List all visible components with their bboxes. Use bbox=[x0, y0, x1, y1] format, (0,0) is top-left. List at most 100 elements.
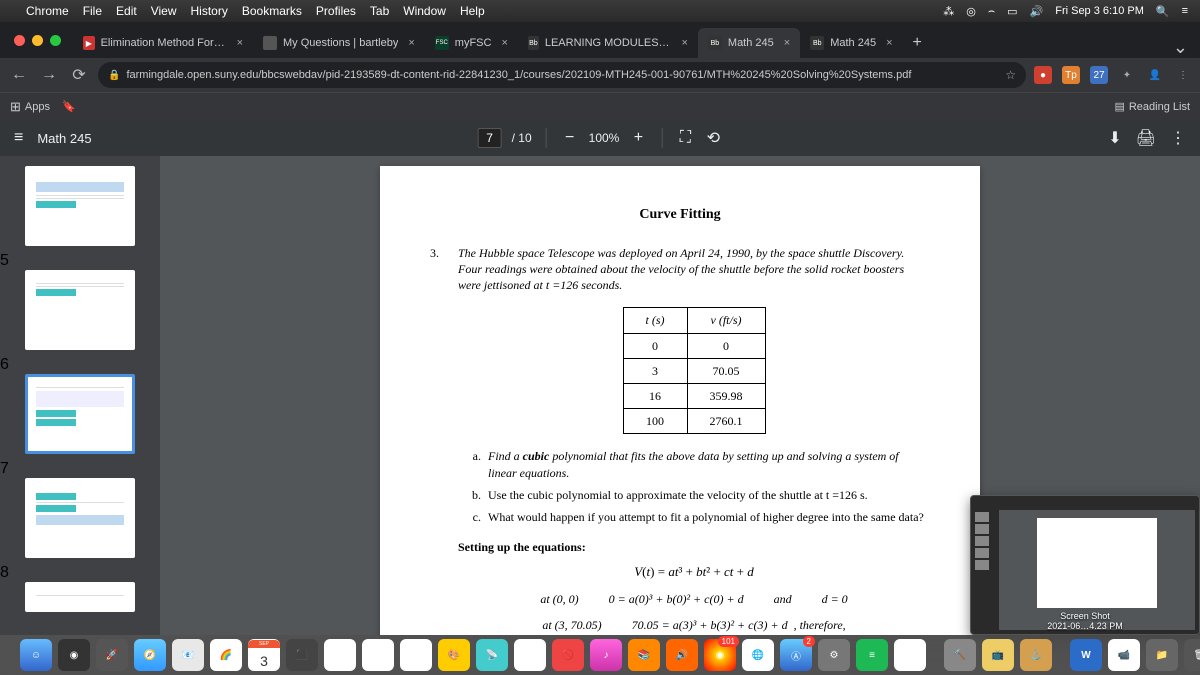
app-icon[interactable]: ⬛ bbox=[286, 639, 318, 671]
thumbnail-6[interactable] bbox=[25, 270, 135, 350]
zoom-out[interactable]: − bbox=[561, 129, 579, 147]
app-icon[interactable]: 🔊 bbox=[666, 639, 698, 671]
close-tab[interactable]: × bbox=[681, 37, 687, 49]
app-name[interactable]: Chrome bbox=[26, 4, 69, 18]
menu-history[interactable]: History bbox=[191, 4, 228, 18]
tab-1[interactable]: ▶Elimination Method For Solving× bbox=[73, 28, 253, 58]
equation-main: V(t) = at³ + bt² + ct + d bbox=[458, 563, 930, 581]
display-icon[interactable]: ▭ bbox=[1007, 5, 1017, 18]
new-tab[interactable]: + bbox=[903, 28, 932, 58]
pdf-more[interactable]: ⋮ bbox=[1170, 128, 1186, 148]
extensions-menu[interactable]: ✦ bbox=[1118, 66, 1136, 84]
folder-icon[interactable]: 📁 bbox=[1146, 639, 1178, 671]
minimize-window[interactable] bbox=[32, 35, 43, 46]
status-icon[interactable]: ⁂ bbox=[943, 5, 954, 18]
reading-list[interactable]: Reading List bbox=[1129, 101, 1190, 113]
appstore-icon[interactable]: Ⓐ2 bbox=[780, 639, 812, 671]
address-bar[interactable]: 🔒 farmingdale.open.suny.edu/bbcswebdav/p… bbox=[98, 62, 1026, 88]
books-icon[interactable]: 📚 bbox=[628, 639, 660, 671]
chrome-menu[interactable]: ⋮ bbox=[1174, 66, 1192, 84]
thumbnail-8[interactable] bbox=[25, 478, 135, 558]
forward-button[interactable]: → bbox=[38, 66, 60, 84]
app-icon[interactable]: 📺 bbox=[982, 639, 1014, 671]
print[interactable]: 🖨 bbox=[1136, 128, 1156, 148]
profile-button[interactable]: 👤 bbox=[1146, 66, 1164, 84]
music-icon[interactable]: ♪ bbox=[590, 639, 622, 671]
menu-bookmarks[interactable]: Bookmarks bbox=[242, 4, 302, 18]
spotlight-icon[interactable]: 🔍 bbox=[1156, 5, 1170, 18]
trash-icon[interactable]: 🗑 bbox=[1184, 639, 1200, 671]
close-tab[interactable]: × bbox=[237, 37, 243, 49]
extension-icon[interactable]: 27 bbox=[1090, 66, 1108, 84]
thumbnail-5[interactable] bbox=[25, 166, 135, 246]
close-tab[interactable]: × bbox=[501, 37, 507, 49]
tab-overflow[interactable]: ⌄ bbox=[1161, 37, 1200, 58]
back-button[interactable]: ← bbox=[8, 66, 30, 84]
tab-2[interactable]: My Questions | bartleby× bbox=[253, 28, 425, 58]
close-tab[interactable]: × bbox=[408, 37, 414, 49]
app-icon[interactable]: ⋮⋮ bbox=[324, 639, 356, 671]
reload-button[interactable]: ⟳ bbox=[68, 65, 90, 85]
apps-bookmark[interactable]: Apps bbox=[25, 101, 50, 113]
maximize-window[interactable] bbox=[50, 35, 61, 46]
app-icon[interactable]: 📡 bbox=[476, 639, 508, 671]
app-icon[interactable]: ▫ bbox=[894, 639, 926, 671]
app-icon[interactable]: ◉101 bbox=[704, 639, 736, 671]
close-tab[interactable]: × bbox=[886, 37, 892, 49]
menu-edit[interactable]: Edit bbox=[116, 4, 137, 18]
menu-view[interactable]: View bbox=[151, 4, 177, 18]
app-icon[interactable]: ◐ bbox=[400, 639, 432, 671]
menu-help[interactable]: Help bbox=[460, 4, 485, 18]
menu-profiles[interactable]: Profiles bbox=[316, 4, 356, 18]
rotate[interactable]: ⟲ bbox=[704, 128, 722, 148]
close-tab[interactable]: × bbox=[784, 37, 790, 49]
pdf-menu[interactable]: ≡ bbox=[14, 129, 23, 147]
volume-icon[interactable]: 🔊 bbox=[1030, 5, 1044, 18]
clock[interactable]: Fri Sep 3 6:10 PM bbox=[1055, 5, 1144, 17]
app-icon[interactable]: 🚫 bbox=[552, 639, 584, 671]
extension-icon[interactable]: Tp bbox=[1062, 66, 1080, 84]
mail-icon[interactable]: 📧 bbox=[172, 639, 204, 671]
tab-4[interactable]: BbLEARNING MODULES – MTH24× bbox=[518, 28, 698, 58]
app-icon[interactable]: 🔨 bbox=[944, 639, 976, 671]
settings-icon[interactable]: ⚙ bbox=[818, 639, 850, 671]
tab-5-active[interactable]: BbMath 245× bbox=[698, 28, 800, 58]
thumbnail-9[interactable] bbox=[25, 582, 135, 612]
photos-icon[interactable]: 🌈 bbox=[210, 639, 242, 671]
bookmark-star[interactable]: ☆ bbox=[1005, 68, 1016, 82]
at-label: at (3, 70.05) bbox=[542, 617, 601, 633]
tab-3[interactable]: FSCmyFSC× bbox=[425, 28, 518, 58]
app-icon[interactable]: ⬆ bbox=[514, 639, 546, 671]
control-center-icon[interactable]: ≡ bbox=[1182, 5, 1188, 17]
facetime-icon[interactable]: 📹 bbox=[1108, 639, 1140, 671]
close-window[interactable] bbox=[14, 35, 25, 46]
favicon: Bb bbox=[708, 36, 722, 50]
equation: 70.05 = a(3)³ + b(3)² + c(3) + d , there… bbox=[632, 617, 846, 633]
calendar-icon[interactable]: SEP3 bbox=[248, 639, 280, 671]
chrome-icon[interactable]: 🌐 bbox=[742, 639, 774, 671]
tab-6[interactable]: BbMath 245× bbox=[800, 28, 902, 58]
maps-icon[interactable]: 🗺 bbox=[362, 639, 394, 671]
app-icon[interactable]: 🎨 bbox=[438, 639, 470, 671]
status-icon[interactable]: ◎ bbox=[966, 5, 976, 18]
zoom-in[interactable]: + bbox=[629, 129, 647, 147]
app-icon[interactable]: ⚓ bbox=[1020, 639, 1052, 671]
safari-icon[interactable]: 🧭 bbox=[134, 639, 166, 671]
dock: ☺ ◉ 🚀 🧭 📧 🌈 SEP3 ⬛ ⋮⋮ 🗺 ◐ 🎨 📡 ⬆ 🚫 ♪ 📚 🔊 … bbox=[0, 635, 1200, 675]
thumbnail-7-selected[interactable] bbox=[25, 374, 135, 454]
menu-tab[interactable]: Tab bbox=[370, 4, 389, 18]
menu-window[interactable]: Window bbox=[403, 4, 446, 18]
bookmark-item[interactable]: 🔖 bbox=[62, 100, 76, 113]
finder-icon[interactable]: ☺ bbox=[20, 639, 52, 671]
page-input[interactable] bbox=[478, 128, 502, 148]
wifi-icon[interactable]: ⌢ bbox=[988, 5, 995, 18]
equation: 0 = a(0)³ + b(0)² + c(0) + d bbox=[609, 591, 744, 607]
extension-icon[interactable]: ● bbox=[1034, 66, 1052, 84]
menu-file[interactable]: File bbox=[83, 4, 102, 18]
fit-page[interactable]: ⛶ bbox=[676, 129, 694, 147]
app-icon[interactable]: 🚀 bbox=[96, 639, 128, 671]
spotify-icon[interactable]: ≡ bbox=[856, 639, 888, 671]
launchpad-icon[interactable]: ◉ bbox=[58, 639, 90, 671]
download[interactable]: ⬇ bbox=[1108, 128, 1121, 148]
word-icon[interactable]: W bbox=[1070, 639, 1102, 671]
